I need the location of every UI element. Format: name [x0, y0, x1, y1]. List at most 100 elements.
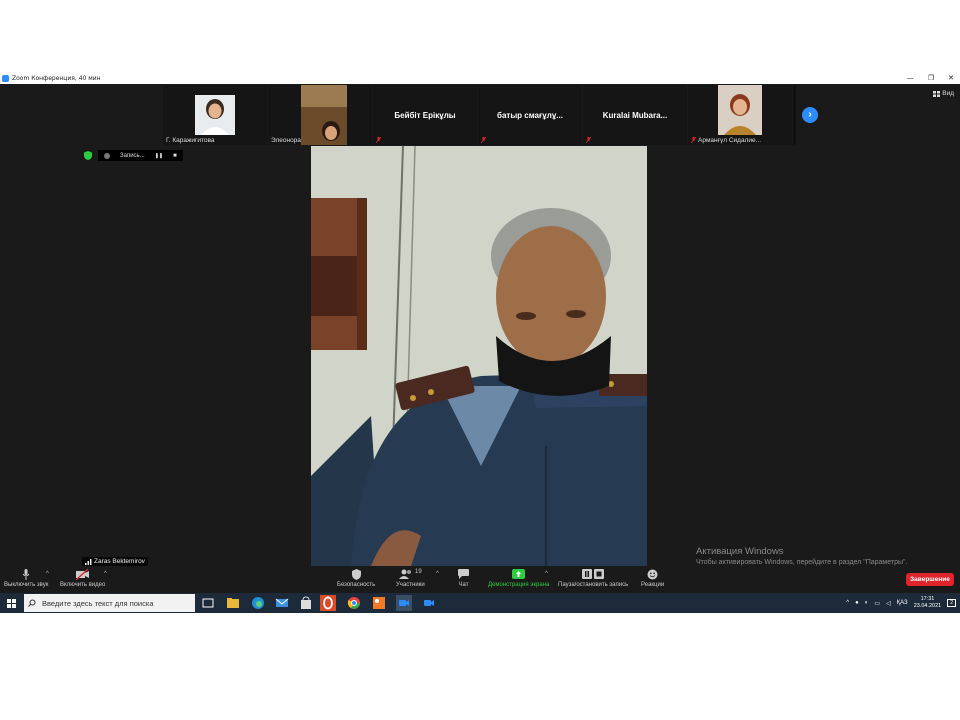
- share-options-caret[interactable]: ^: [545, 571, 548, 577]
- tray-mic-icon[interactable]: ●: [855, 600, 859, 606]
- activation-title: Активация Windows: [696, 546, 784, 557]
- end-meeting-button[interactable]: Завершение: [906, 573, 954, 586]
- chrome-browser-icon[interactable]: [346, 595, 362, 611]
- mic-muted-icon: [481, 137, 486, 143]
- tray-expand-icon[interactable]: ^: [846, 600, 849, 606]
- video-off-icon: [75, 569, 89, 580]
- recording-label: Запись...: [120, 152, 145, 159]
- speaker-video-frame: [311, 146, 647, 566]
- chevron-right-icon[interactable]: ›: [802, 107, 818, 123]
- reactions-label: Реакции: [641, 582, 665, 588]
- participants-count: 19: [414, 569, 422, 575]
- chat-label: Чат: [458, 582, 469, 588]
- meeting-toolbar: Выключить звук ^ Включить видео ^ Безопа…: [0, 567, 960, 593]
- mic-muted-icon: [691, 137, 696, 143]
- shield-icon[interactable]: [84, 151, 92, 160]
- view-label: Вид: [942, 90, 954, 97]
- active-speaker-name: Zaras Bektemirov: [94, 558, 145, 565]
- participant-tile[interactable]: Kuralai Mubara...: [583, 85, 688, 145]
- participant-display-name: Kuralai Mubara...: [602, 111, 668, 120]
- participants-button[interactable]: 19 Участники: [396, 569, 425, 588]
- participant-display-name: батыр смағұлұ...: [497, 111, 563, 120]
- participant-tile[interactable]: Элеонора: [268, 85, 373, 145]
- participants-icon: [398, 569, 411, 579]
- notification-center-icon[interactable]: 2: [947, 599, 956, 607]
- windows-activation-watermark: Активация Windows Чтобы активировать Win…: [696, 546, 907, 566]
- security-shield-icon: [351, 569, 361, 580]
- active-speaker-video: [311, 146, 647, 566]
- taskbar-clock[interactable]: 17:31 23.04.2021: [914, 596, 942, 610]
- activation-subtitle: Чтобы активировать Windows, перейдите в …: [696, 559, 908, 566]
- close-button[interactable]: ✕: [948, 73, 954, 84]
- minimize-button[interactable]: —: [907, 73, 914, 84]
- notification-count: 2: [950, 600, 953, 606]
- share-screen-label: Демонстрация экрана: [488, 582, 550, 588]
- tray-volume-icon[interactable]: ◁: [886, 600, 891, 607]
- stop-recording-icon[interactable]: ■: [173, 153, 177, 159]
- recording-indicator: Запись... ❚❚ ■: [98, 150, 183, 161]
- participant-tile[interactable]: батыр смағұлұ...: [478, 85, 583, 145]
- video-label: Включить видео: [60, 582, 106, 588]
- participant-name: Элеонора: [271, 137, 301, 144]
- pause-recording-icon[interactable]: ❚❚: [155, 153, 163, 159]
- windows-taskbar: Введите здесь текст для поиска ^ ● ◐ ▭ ◁…: [0, 593, 960, 613]
- system-tray: ^ ● ◐ ▭ ◁ ҚАЗ 17:31 23.04.2021 2: [846, 593, 956, 613]
- start-video-button[interactable]: Включить видео: [60, 569, 105, 588]
- slide-canvas: Zoom Конференция, 40 мин — ❐ ✕ Г. Каражи…: [0, 0, 960, 720]
- tray-display-icon[interactable]: ▭: [874, 600, 880, 607]
- paint-app-icon[interactable]: [371, 595, 387, 611]
- file-explorer-icon[interactable]: [225, 595, 241, 611]
- search-placeholder: Введите здесь текст для поиска: [42, 598, 154, 608]
- participants-options-caret[interactable]: ^: [436, 571, 439, 577]
- recording-bar: Запись... ❚❚ ■: [84, 150, 183, 161]
- grid-view-icon: [933, 90, 941, 97]
- title-bar: Zoom Конференция, 40 мин — ❐ ✕: [0, 73, 960, 84]
- smiley-icon: [647, 569, 658, 580]
- mute-label: Выключить звук: [4, 582, 49, 588]
- zoom-meeting-taskbar-icon[interactable]: [421, 595, 437, 611]
- participant-display-name: Бейбіт Ерікұлы: [394, 111, 456, 120]
- mute-button[interactable]: Выключить звук: [4, 569, 48, 588]
- zoom-app-icon: [2, 75, 9, 82]
- reactions-button[interactable]: Реакции: [641, 569, 664, 588]
- mail-icon[interactable]: [274, 595, 290, 611]
- audio-options-caret[interactable]: ^: [46, 571, 49, 577]
- task-view-icon[interactable]: [200, 595, 216, 611]
- taskbar-search-box[interactable]: Введите здесь текст для поиска: [24, 594, 195, 612]
- record-label: Пауза/остановить запись: [558, 582, 629, 588]
- clock-date: 23.04.2021: [913, 603, 942, 609]
- edge-browser-icon[interactable]: [250, 595, 266, 611]
- active-speaker-name-tag: Zaras Bektemirov: [82, 557, 148, 566]
- tray-network-icon[interactable]: ◐: [865, 600, 869, 606]
- mic-muted-icon: [376, 137, 381, 143]
- language-indicator[interactable]: ҚАЗ: [897, 600, 908, 606]
- participant-name: Г. Каражигитова: [166, 137, 215, 144]
- zoom-taskbar-icon[interactable]: [396, 595, 412, 611]
- pause-stop-recording-button[interactable]: Пауза/остановить запись: [558, 569, 628, 588]
- store-icon[interactable]: [298, 595, 314, 611]
- video-options-caret[interactable]: ^: [104, 571, 107, 577]
- zoom-window: Zoom Конференция, 40 мин — ❐ ✕ Г. Каражи…: [0, 73, 960, 593]
- signal-bars-icon: [85, 558, 92, 565]
- share-screen-button[interactable]: Демонстрация экрана: [488, 569, 549, 588]
- restore-button[interactable]: ❐: [928, 73, 934, 84]
- participant-video: [718, 85, 762, 135]
- chat-button[interactable]: Чат: [458, 569, 469, 588]
- chat-bubble-icon: [458, 569, 469, 579]
- clock-time: 17:31: [920, 596, 935, 602]
- microphone-icon: [22, 569, 30, 580]
- participant-tile[interactable]: Г. Каражигитова: [163, 85, 268, 145]
- participant-video: [301, 85, 347, 145]
- view-button[interactable]: Вид: [933, 90, 954, 97]
- windows-start-icon[interactable]: [0, 593, 22, 613]
- participant-name: Арманғүл Сидалие...: [698, 137, 762, 144]
- participant-tile[interactable]: Арманғүл Сидалие...: [688, 85, 793, 145]
- mic-muted-icon: [586, 137, 591, 143]
- share-screen-icon: [512, 569, 526, 579]
- opera-browser-icon[interactable]: [320, 595, 336, 611]
- pause-stop-icon: [582, 569, 605, 579]
- security-button[interactable]: Безопасность: [337, 569, 375, 588]
- search-icon: [28, 599, 36, 607]
- window-title: Zoom Конференция, 40 мин: [12, 75, 101, 82]
- participant-tile[interactable]: Бейбіт Ерікұлы: [373, 85, 478, 145]
